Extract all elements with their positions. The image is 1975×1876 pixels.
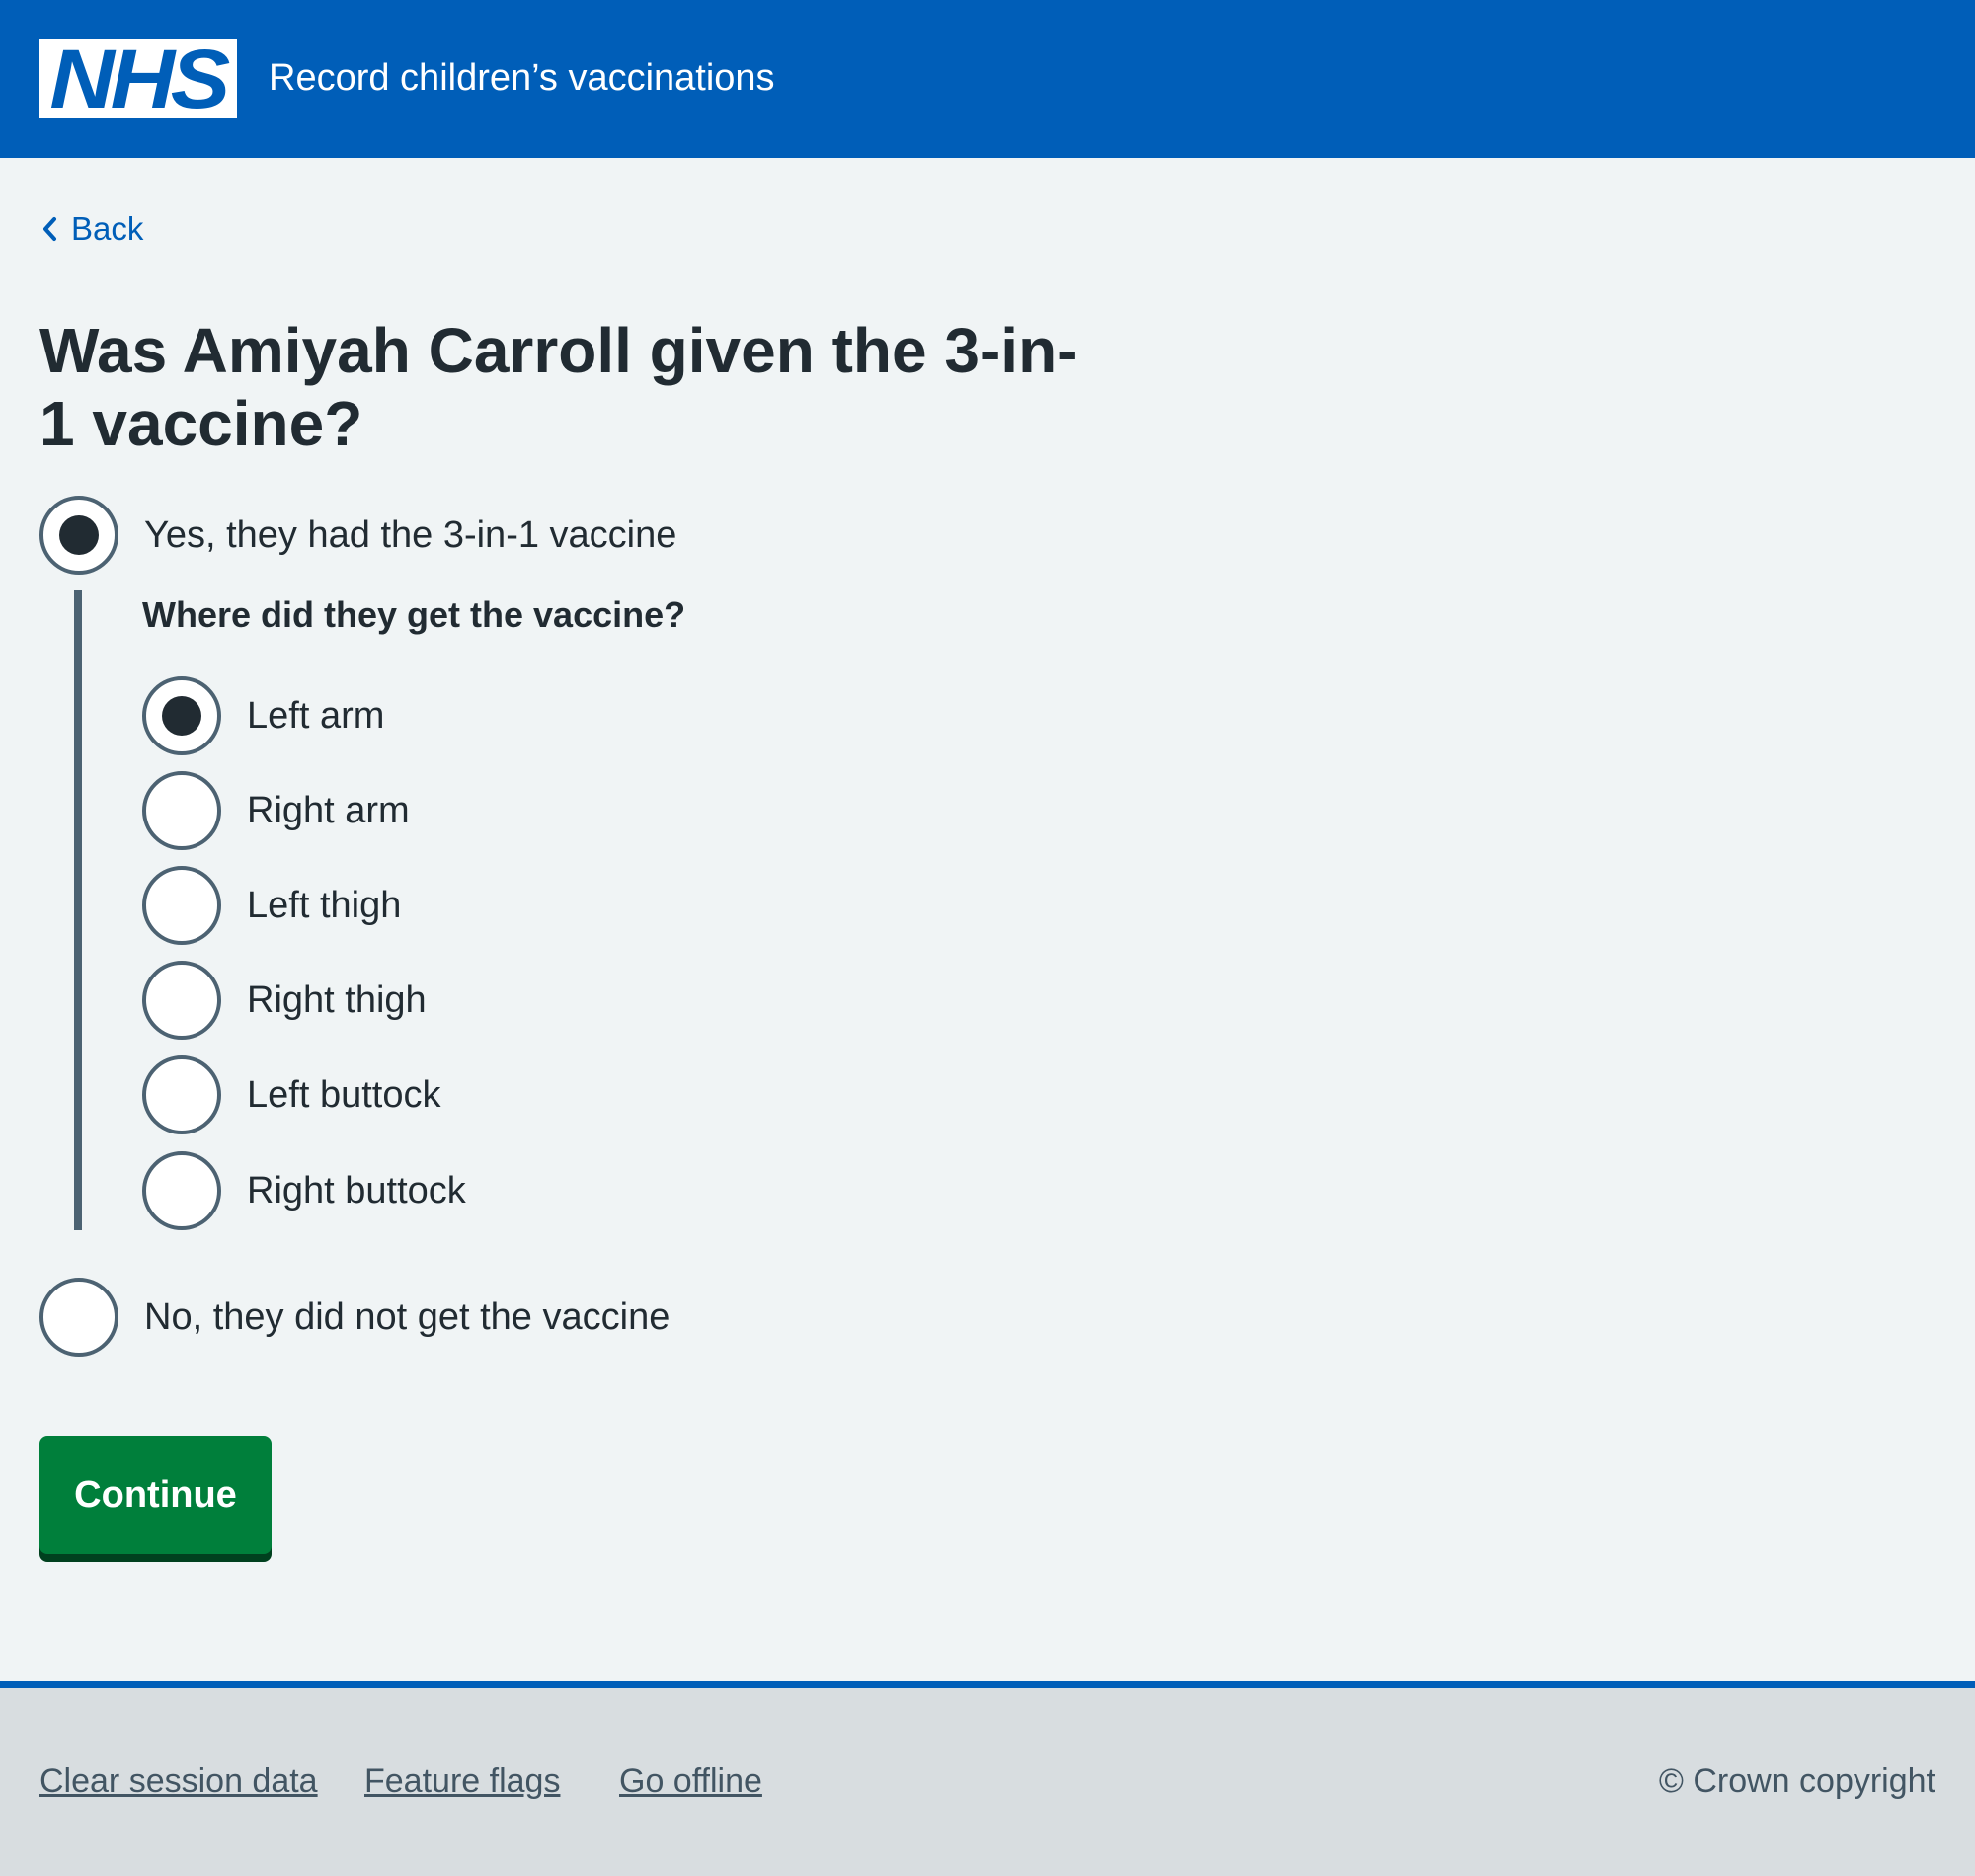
radio-button[interactable] [142,1151,221,1230]
radio-label: Right thigh [247,979,427,1021]
radio-button[interactable] [142,1055,221,1134]
back-link[interactable]: Back [40,209,143,249]
radio-site-left-arm[interactable]: Left arm [142,676,384,755]
radio-site-right-buttock[interactable]: Right buttock [142,1151,466,1230]
chevron-left-icon [43,217,56,241]
injection-site-legend: Where did they get the vaccine? [142,594,686,635]
radio-label: Left arm [247,695,385,737]
radio-button-selected[interactable] [142,676,221,755]
radio-button[interactable] [142,961,221,1040]
radio-site-left-thigh[interactable]: Left thigh [142,866,401,945]
radio-label: Left thigh [247,885,402,926]
radio-label: Right arm [247,790,410,831]
radio-label: Right buttock [247,1170,466,1212]
copyright-notice: © Crown copyright [1658,1762,1936,1800]
nhs-logo-text: NHS [49,33,231,125]
header: NHS Record children’s vaccinations [0,0,1975,158]
radio-label: No, they did not get the vaccine [144,1296,671,1338]
continue-button[interactable]: Continue [40,1436,272,1554]
radio-not-vaccinated[interactable]: No, they did not get the vaccine [40,1278,670,1357]
footer-link-clear-session[interactable]: Clear session data [40,1760,318,1802]
conditional-reveal-border [74,590,82,1230]
nhs-logo[interactable]: NHS [40,33,237,125]
radio-button[interactable] [142,866,221,945]
radio-button-selected[interactable] [40,496,118,575]
radio-site-right-thigh[interactable]: Right thigh [142,961,427,1040]
radio-button[interactable] [142,771,221,850]
radio-label: Yes, they had the 3-in-1 vaccine [144,514,677,556]
radio-site-right-arm[interactable]: Right arm [142,771,410,850]
radio-button[interactable] [40,1278,118,1357]
page-title: Was Amiyah Carroll given the 3-in-1 vacc… [40,315,1078,459]
footer-link-go-offline[interactable]: Go offline [619,1760,762,1802]
footer-link-feature-flags[interactable]: Feature flags [364,1760,560,1802]
footer: Clear session data Feature flags Go offl… [0,1681,1975,1876]
radio-label: Left buttock [247,1074,441,1116]
radio-site-left-buttock[interactable]: Left buttock [142,1055,440,1134]
back-link-label: Back [71,210,144,247]
service-name[interactable]: Record children’s vaccinations [269,55,775,101]
radio-yes-vaccinated[interactable]: Yes, they had the 3-in-1 vaccine [40,496,676,575]
